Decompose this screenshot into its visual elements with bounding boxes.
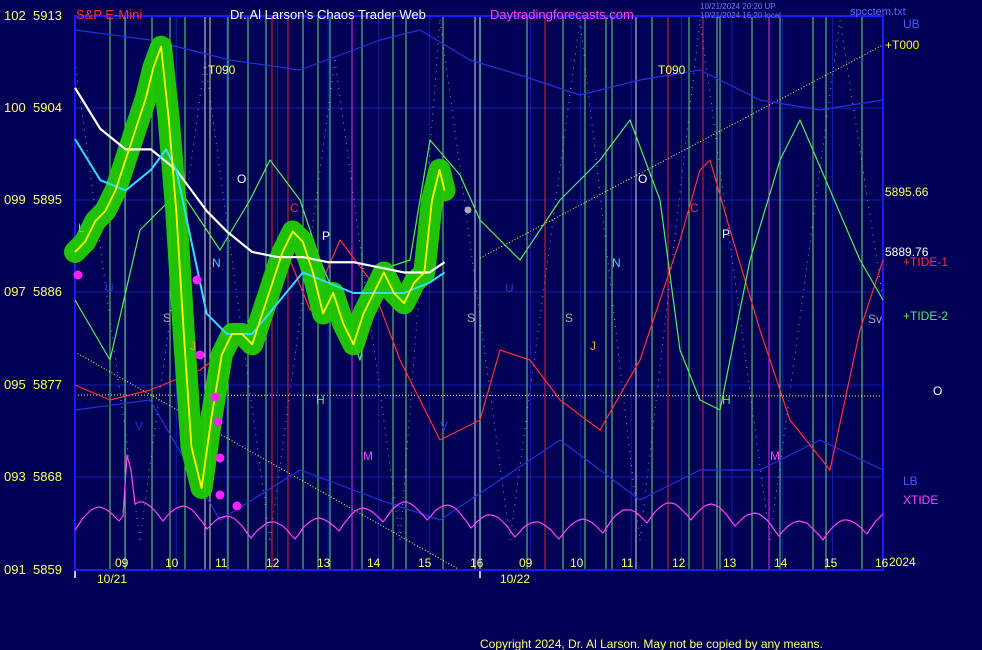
cycle-label-h: H <box>316 393 325 407</box>
cycle-label-s: S <box>163 311 171 325</box>
hour-tick-label: 14 <box>367 556 381 570</box>
cycle-label-t090: T090 <box>658 63 686 77</box>
chart-title: Dr. Al Larson's Chaos Trader Web <box>230 7 426 22</box>
tide-2-label: +TIDE-2 <box>903 309 948 323</box>
cycle-label-l: L <box>78 221 85 235</box>
price-axis-tick: 5868 <box>33 469 62 484</box>
filename-label: spcctem.txt <box>850 6 906 18</box>
hour-tick-label: 13 <box>723 556 737 570</box>
cycle-label-n: N <box>212 256 221 270</box>
hour-tick-label: 15 <box>824 556 838 570</box>
xtide-label: XTIDE <box>903 493 938 507</box>
signal-marker <box>232 501 242 511</box>
cycle-label-c: C <box>690 201 699 215</box>
hour-tick-label: 12 <box>672 556 686 570</box>
signal-marker <box>215 453 225 463</box>
hour-tick-label: 15 <box>418 556 432 570</box>
left-axis-tick: 099 <box>4 192 26 207</box>
t000-label: +T000 <box>885 38 920 52</box>
cycle-label-o: O <box>237 172 246 186</box>
cycle-label-v: V <box>135 419 143 433</box>
cycle-label-j: J <box>190 339 196 353</box>
cycle-label-p: P <box>322 229 330 243</box>
cycle-label-u: U <box>505 281 514 295</box>
cycle-label-p: P <box>722 227 730 241</box>
instrument-label: S&P E-Mini <box>76 7 142 22</box>
cycle-label-s: S <box>565 311 573 325</box>
cycle-label-h: H <box>722 393 731 407</box>
left-axis-tick: 102 <box>4 8 26 23</box>
cycle-label-t090: T090 <box>208 63 236 77</box>
left-axis-tick: 093 <box>4 469 26 484</box>
left-axis-tick: 100 <box>4 100 26 115</box>
signal-marker <box>215 490 225 500</box>
cycle-label-sv: Sv <box>868 312 882 326</box>
hour-tick-label: 09 <box>115 556 129 570</box>
tide-1-label: +TIDE-1 <box>903 255 948 269</box>
hour-tick-label: 11 <box>215 556 228 570</box>
timestamp-line2: 10/21/2024 16:20 local <box>700 11 781 20</box>
hour-tick-label: 14 <box>774 556 788 570</box>
date-label: 10/21 <box>97 572 127 586</box>
cycle-label-n: N <box>612 256 621 270</box>
left-axis-tick: 097 <box>4 284 26 299</box>
cycle-label-s: S <box>467 311 475 325</box>
signal-marker <box>210 392 220 402</box>
price-axis-tick: 5904 <box>33 100 62 115</box>
hour-tick-label: 12 <box>266 556 280 570</box>
price-axis-tick: 5859 <box>33 562 62 577</box>
signal-marker <box>192 275 202 285</box>
timestamp-line1: 10/21/2024 20:20 UP <box>700 2 776 11</box>
hour-tick-label: 11 <box>621 556 634 570</box>
cycle-label-o: O <box>638 172 647 186</box>
date-label: 10/22 <box>500 572 530 586</box>
left-axis-tick: 091 <box>4 562 26 577</box>
hour-tick-label: 10 <box>165 556 179 570</box>
left-axis-tick: 095 <box>4 377 26 392</box>
signal-marker <box>195 350 205 360</box>
lower-bound-label: LB <box>903 474 918 488</box>
year-label: 2024 <box>889 555 916 569</box>
upper-bound-label: UB <box>903 17 920 31</box>
cycle-label-v: V <box>440 419 448 433</box>
chaos-trader-chart: 102 5913 100 5904 099 5895 097 5886 095 5877 093 58… <box>0 0 982 650</box>
cycle-label-c: C <box>290 201 299 215</box>
hour-tick-label: 16 <box>470 556 484 570</box>
signal-marker <box>73 270 83 280</box>
price-axis-tick: 5913 <box>33 8 62 23</box>
cycle-label-j: J <box>590 339 596 353</box>
o-level-label: O <box>933 384 942 398</box>
signal-marker <box>213 417 223 427</box>
cycle-label-m: M <box>770 449 780 463</box>
cycle-label-u: U <box>105 281 114 295</box>
hour-tick-label: 13 <box>317 556 331 570</box>
price-axis-tick: 5895 <box>33 192 62 207</box>
price-axis-tick: 5886 <box>33 284 62 299</box>
cycle-label-m: M <box>363 449 373 463</box>
copyright-notice: Copyright 2024, Dr. Al Larson. May not b… <box>480 637 823 650</box>
hour-tick-label: 16 <box>875 556 889 570</box>
hour-tick-label: 09 <box>519 556 533 570</box>
hour-tick-label: 10 <box>570 556 584 570</box>
website-label[interactable]: Daytradingforecasts.com <box>490 7 634 22</box>
price-axis-tick: 5877 <box>33 377 62 392</box>
level-1-label: 5895.66 <box>885 185 929 199</box>
last-price-marker <box>464 206 472 214</box>
